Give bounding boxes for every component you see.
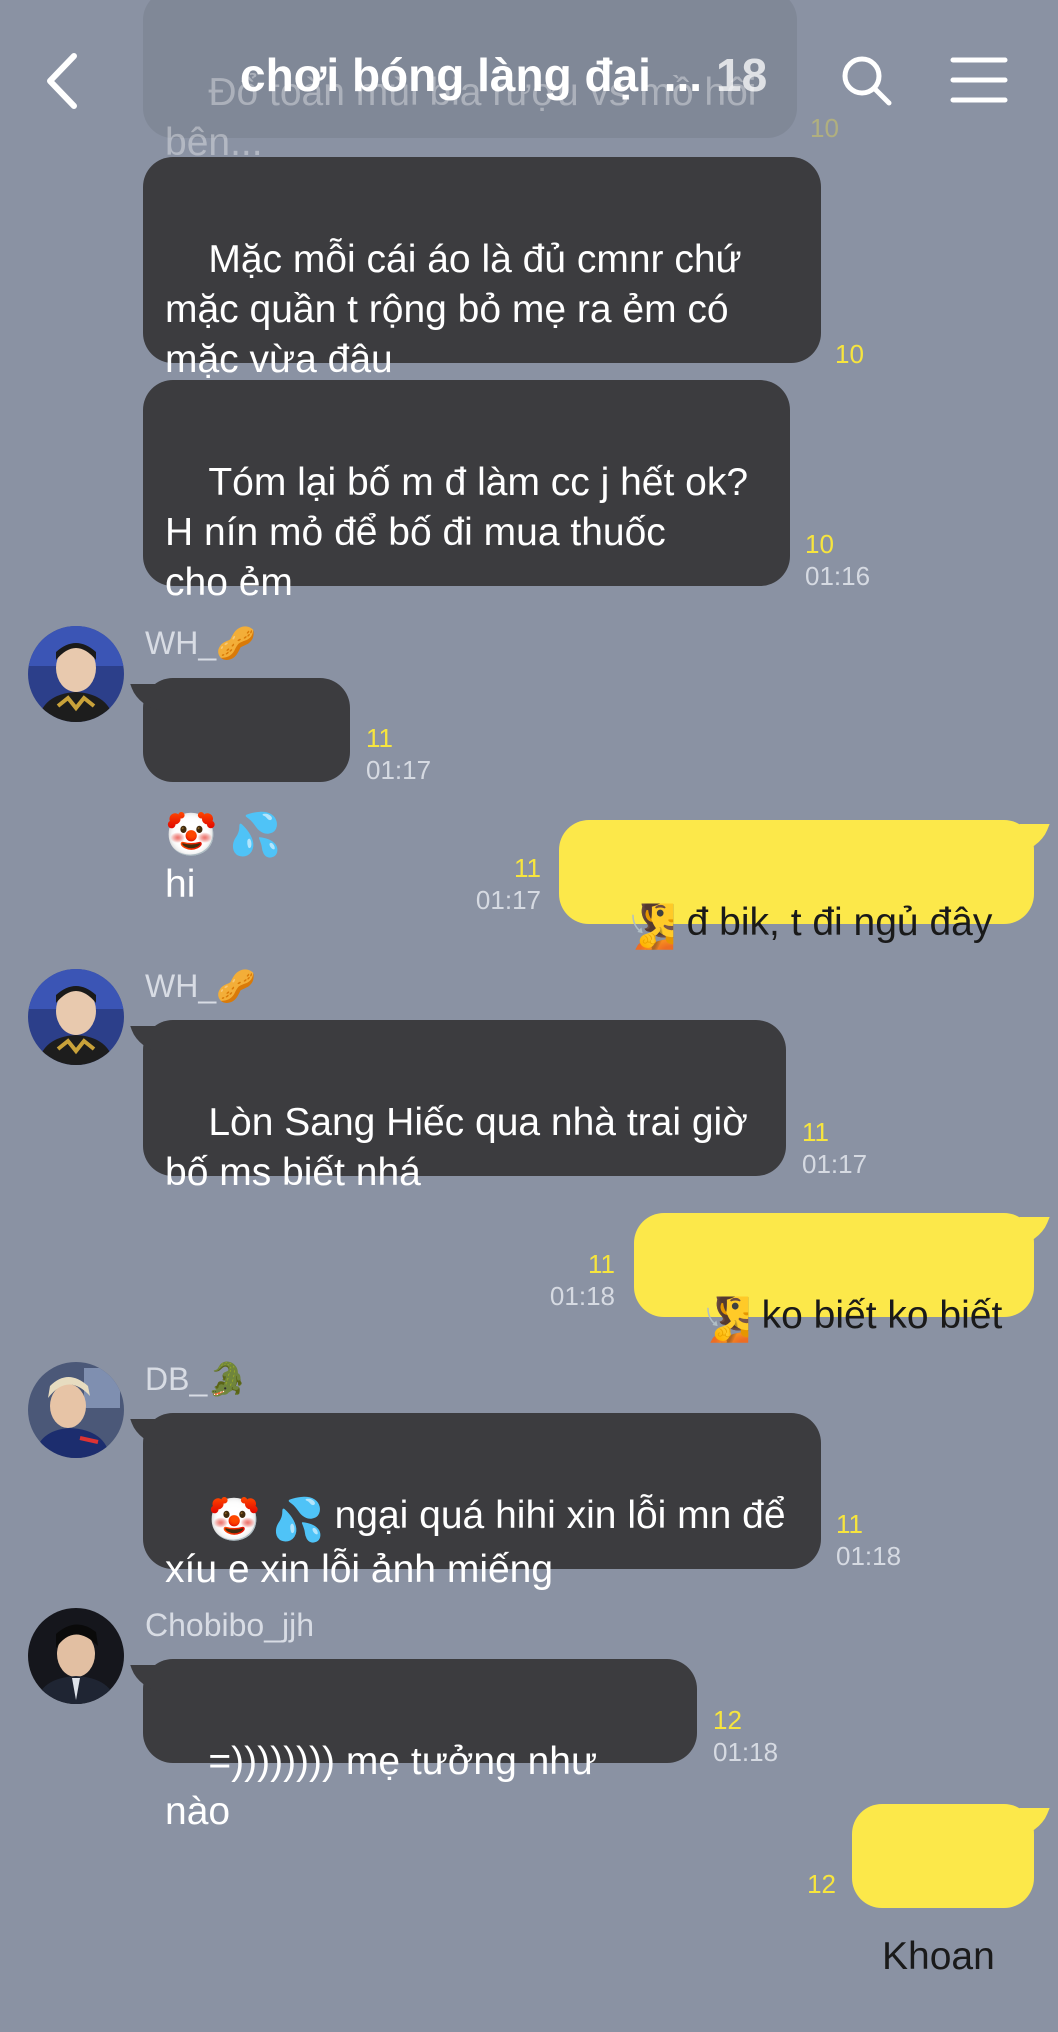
unread-count: 11 <box>366 723 393 753</box>
avatar[interactable] <box>28 1608 124 1704</box>
message-text: Tóm lại bố m đ làm cc j hết ok? H nín mỏ… <box>165 461 749 604</box>
message-time: 01:18 <box>549 1281 615 1311</box>
message-bubble[interactable]: 🤡 💦 ngại quá hihi xin lỗi mn để xíu e xin… <box>143 1413 821 1591</box>
avatar-image <box>28 1608 124 1704</box>
search-button[interactable] <box>838 52 894 108</box>
clown-emoji-icon: 🤡 💦 <box>208 1496 325 1543</box>
message-time: 01:17 <box>475 885 541 915</box>
unread-count: 10 <box>805 529 834 559</box>
message-meta: 11 01:17 <box>802 1116 867 1180</box>
menu-button[interactable] <box>950 55 1008 105</box>
message-time: 01:17 <box>366 755 432 785</box>
unread-count: 11 <box>514 853 541 883</box>
avatar-image <box>28 969 124 1065</box>
hamburger-menu-icon <box>950 57 1008 103</box>
message-text: =)))))))) mẹ tưởng như nào <box>165 1740 608 1833</box>
message-time: 01:16 <box>805 561 871 591</box>
message-meta: 12 <box>807 1868 836 1900</box>
message-time: 01:18 <box>836 1541 902 1571</box>
sender-name: DB_🐊 <box>145 1361 248 1397</box>
avatar-image <box>28 1362 124 1458</box>
message-meta: 12 01:18 <box>713 1704 778 1768</box>
message-bubble[interactable]: 🤡 💦 hi <box>143 678 350 906</box>
sender-name: WH_🥜 <box>145 625 256 661</box>
unread-count: 12 <box>807 1869 836 1899</box>
message-bubble[interactable]: Lòn Sang Hiếc qua nhà trai giờ bố ms biế… <box>143 1020 786 1194</box>
unread-count: 12 <box>713 1705 742 1735</box>
chevron-left-icon <box>47 53 77 109</box>
message-time: 01:17 <box>802 1149 868 1179</box>
message-meta: 11 01:17 <box>476 852 541 916</box>
unread-count: 11 <box>588 1249 615 1279</box>
message-text: ko biết ko biết <box>761 1294 1003 1337</box>
avatar[interactable] <box>28 969 124 1065</box>
message-bubble[interactable]: Khoan <box>852 1804 1034 1978</box>
message-text: Khoan <box>882 1935 995 1978</box>
message-bubble[interactable]: 🧏 đ bik, t đi ngủ đây <box>559 820 1034 950</box>
message-meta: 11 01:17 <box>366 722 431 786</box>
search-icon <box>842 56 892 106</box>
unread-count: 11 <box>836 1509 863 1539</box>
message-bubble[interactable]: =)))))))) mẹ tưởng như nào <box>143 1659 697 1833</box>
message-meta: 11 01:18 <box>836 1508 901 1572</box>
deaf-person-emoji-icon: 🧏 <box>624 903 677 950</box>
chat-area[interactable]: Đổ toàn mùi bia rượu vs mồ hôi bện... 10… <box>0 0 1058 1978</box>
message-meta: 10 <box>835 338 864 370</box>
message-text: hi <box>165 863 196 906</box>
avatar[interactable] <box>28 1362 124 1458</box>
message-bubble[interactable]: 🧏 ko biết ko biết <box>634 1213 1034 1343</box>
chat-header: chơi bóng làng đại ... 18 <box>0 0 1058 164</box>
sender-name: WH_🥜 <box>145 968 256 1004</box>
back-button[interactable] <box>40 50 84 112</box>
message-bubble[interactable]: Tóm lại bố m đ làm cc j hết ok? H nín mỏ… <box>143 380 790 604</box>
message-text: đ bik, t đi ngủ đây <box>686 901 993 944</box>
clown-emoji-icon: 🤡 💦 <box>165 811 282 858</box>
avatar[interactable] <box>28 626 124 722</box>
sender-name: Chobibo_jjh <box>145 1607 315 1643</box>
message-time: 01:18 <box>713 1737 779 1767</box>
unread-count: 11 <box>802 1117 829 1147</box>
chat-title-text: chơi bóng làng đại ... <box>240 49 703 101</box>
message-meta: 10 01:16 <box>805 528 870 592</box>
message-bubble[interactable]: Mặc mỗi cái áo là đủ cmnr chứ mặc quần t… <box>143 157 821 381</box>
message-text: Mặc mỗi cái áo là đủ cmnr chứ mặc quần t… <box>165 238 742 381</box>
message-meta: 11 01:18 <box>550 1248 615 1312</box>
chat-title[interactable]: chơi bóng làng đại ... 18 <box>240 48 767 102</box>
avatar-image <box>28 626 124 722</box>
unread-count: 10 <box>835 339 864 369</box>
deaf-person-emoji-icon: 🧏 <box>699 1296 752 1343</box>
message-text: Lòn Sang Hiếc qua nhà trai giờ bố ms biế… <box>165 1101 748 1194</box>
member-count: 18 <box>716 49 768 101</box>
